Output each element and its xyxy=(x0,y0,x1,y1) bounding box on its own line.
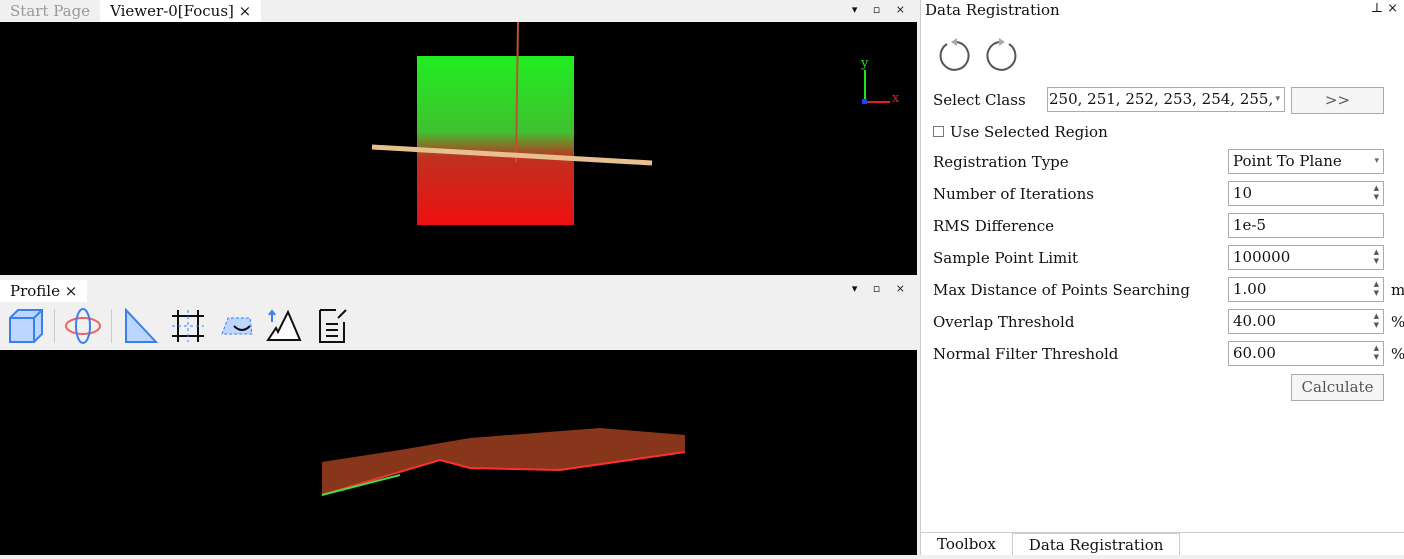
checkbox-label: Use Selected Region xyxy=(950,123,1108,141)
grid-section-icon[interactable] xyxy=(168,306,208,346)
unit-label: % xyxy=(1391,313,1404,331)
box-select-icon[interactable] xyxy=(6,306,46,346)
max-distance-of-points-searching-label: Max Distance of Points Searching xyxy=(933,281,1190,299)
chevron-down-icon: ▾ xyxy=(1275,94,1280,104)
spinner-arrows-icon[interactable]: ▲ ▼ xyxy=(1374,280,1379,298)
sample-point-limit-input[interactable]: 100000 ▲ ▼ xyxy=(1228,245,1384,270)
window-controls[interactable]: ▾ ▫ × xyxy=(852,282,911,295)
tab-data-registration[interactable]: Data Registration xyxy=(1011,533,1181,555)
rms-difference-label: RMS Difference xyxy=(933,217,1055,235)
tab-label: Viewer-0[Focus] xyxy=(110,2,234,20)
spinner-arrows-icon[interactable]: ▲ ▼ xyxy=(1374,248,1379,266)
hide-region-icon[interactable] xyxy=(216,306,256,346)
spinner-arrows-icon[interactable]: ▲ ▼ xyxy=(1374,344,1379,362)
profile-toolbar xyxy=(0,302,917,350)
overlap-threshold-input[interactable]: 40.00 ▲ ▼ xyxy=(1228,309,1384,334)
point-cloud-top-view: y x xyxy=(371,21,900,225)
unit-label: m xyxy=(1391,281,1404,299)
number-of-iterations-input[interactable]: 10 ▲ ▼ xyxy=(1228,181,1384,206)
window-controls[interactable]: ▾ ▫ × xyxy=(852,3,911,16)
measure-ruler-icon[interactable] xyxy=(120,306,160,346)
number-of-iterations-label: Number of Iterations xyxy=(933,185,1094,203)
profile-section-view xyxy=(321,428,686,496)
tab-label: Profile xyxy=(10,281,60,300)
viewer-tabbar: Start Page Viewer-0[Focus] × ▾ ▫ × xyxy=(0,0,917,22)
spinner-arrows-icon[interactable]: ▲ ▼ xyxy=(1374,312,1379,330)
undo-icon[interactable] xyxy=(937,36,973,74)
export-report-icon[interactable] xyxy=(312,306,352,346)
terrain-elevation-icon[interactable] xyxy=(264,306,304,346)
normal-filter-threshold-label: Normal Filter Threshold xyxy=(933,345,1119,363)
axis-gizmo: y x xyxy=(860,56,900,106)
rms-difference-input[interactable]: 1e-5 xyxy=(1228,213,1384,238)
orbit-icon[interactable] xyxy=(63,306,103,346)
tab-profile[interactable]: Profile × xyxy=(0,279,88,302)
field-value: Point To Plane xyxy=(1233,152,1342,170)
field-value: 10 xyxy=(1233,184,1253,202)
registration-type-label: Registration Type xyxy=(933,153,1069,171)
point-cloud-tile xyxy=(417,56,574,225)
separator xyxy=(111,309,112,343)
field-value: 1.00 xyxy=(1233,280,1267,298)
chevron-down-icon: ▾ xyxy=(1374,156,1379,166)
tab-toolbox[interactable]: Toolbox xyxy=(921,533,1012,555)
field-value: 100000 xyxy=(1233,248,1291,266)
close-icon[interactable]: × xyxy=(65,282,78,300)
tab-start-page[interactable]: Start Page xyxy=(0,0,100,22)
select-class-combo[interactable]: 250, 251, 252, 253, 254, 255, ▾ xyxy=(1047,87,1285,112)
pin-close-icons[interactable]: ⊥ × xyxy=(1371,1,1398,16)
y-axis-label: y xyxy=(860,56,869,71)
max-distance-of-points-searching-input[interactable]: 1.00 ▲ ▼ xyxy=(1228,277,1384,302)
separator xyxy=(54,309,55,343)
tab-label: Start Page xyxy=(10,2,91,20)
data-registration-panel: Data Registration ⊥ × Select Class 250, … xyxy=(920,0,1404,555)
overlap-threshold-label: Overlap Threshold xyxy=(933,313,1075,331)
checkbox-box[interactable] xyxy=(933,126,944,137)
select-class-value: 250, 251, 252, 253, 254, 255, xyxy=(1049,90,1274,108)
use-selected-region-checkbox[interactable]: Use Selected Region xyxy=(933,123,1108,141)
field-value: 40.00 xyxy=(1233,312,1276,330)
registration-type-combo[interactable]: Point To Plane ▾ xyxy=(1228,149,1384,174)
field-value: 60.00 xyxy=(1233,344,1276,362)
tab-viewer-0[interactable]: Viewer-0[Focus] × xyxy=(100,0,262,22)
profile-tabbar: Profile × ▾ ▫ × xyxy=(0,279,917,302)
viewer-3d-canvas[interactable]: y x xyxy=(0,21,917,275)
sample-point-limit-label: Sample Point Limit xyxy=(933,249,1079,267)
profile-canvas[interactable] xyxy=(0,350,917,555)
redo-icon[interactable] xyxy=(983,36,1019,74)
more-classes-button[interactable]: >> xyxy=(1291,87,1384,114)
x-axis-label: x xyxy=(892,91,900,106)
panel-bottom-tabs: Toolbox Data Registration xyxy=(921,532,1404,555)
panel-title: Data Registration xyxy=(925,1,1060,19)
field-value: 1e-5 xyxy=(1233,216,1267,234)
normal-filter-threshold-input[interactable]: 60.00 ▲ ▼ xyxy=(1228,341,1384,366)
spinner-arrows-icon[interactable]: ▲ ▼ xyxy=(1374,184,1379,202)
select-class-label: Select Class xyxy=(933,91,1026,109)
unit-label: % xyxy=(1391,345,1404,363)
calculate-button[interactable]: Calculate xyxy=(1291,374,1384,401)
tree-canopy-profile xyxy=(322,428,685,495)
close-icon[interactable]: × xyxy=(239,2,252,20)
